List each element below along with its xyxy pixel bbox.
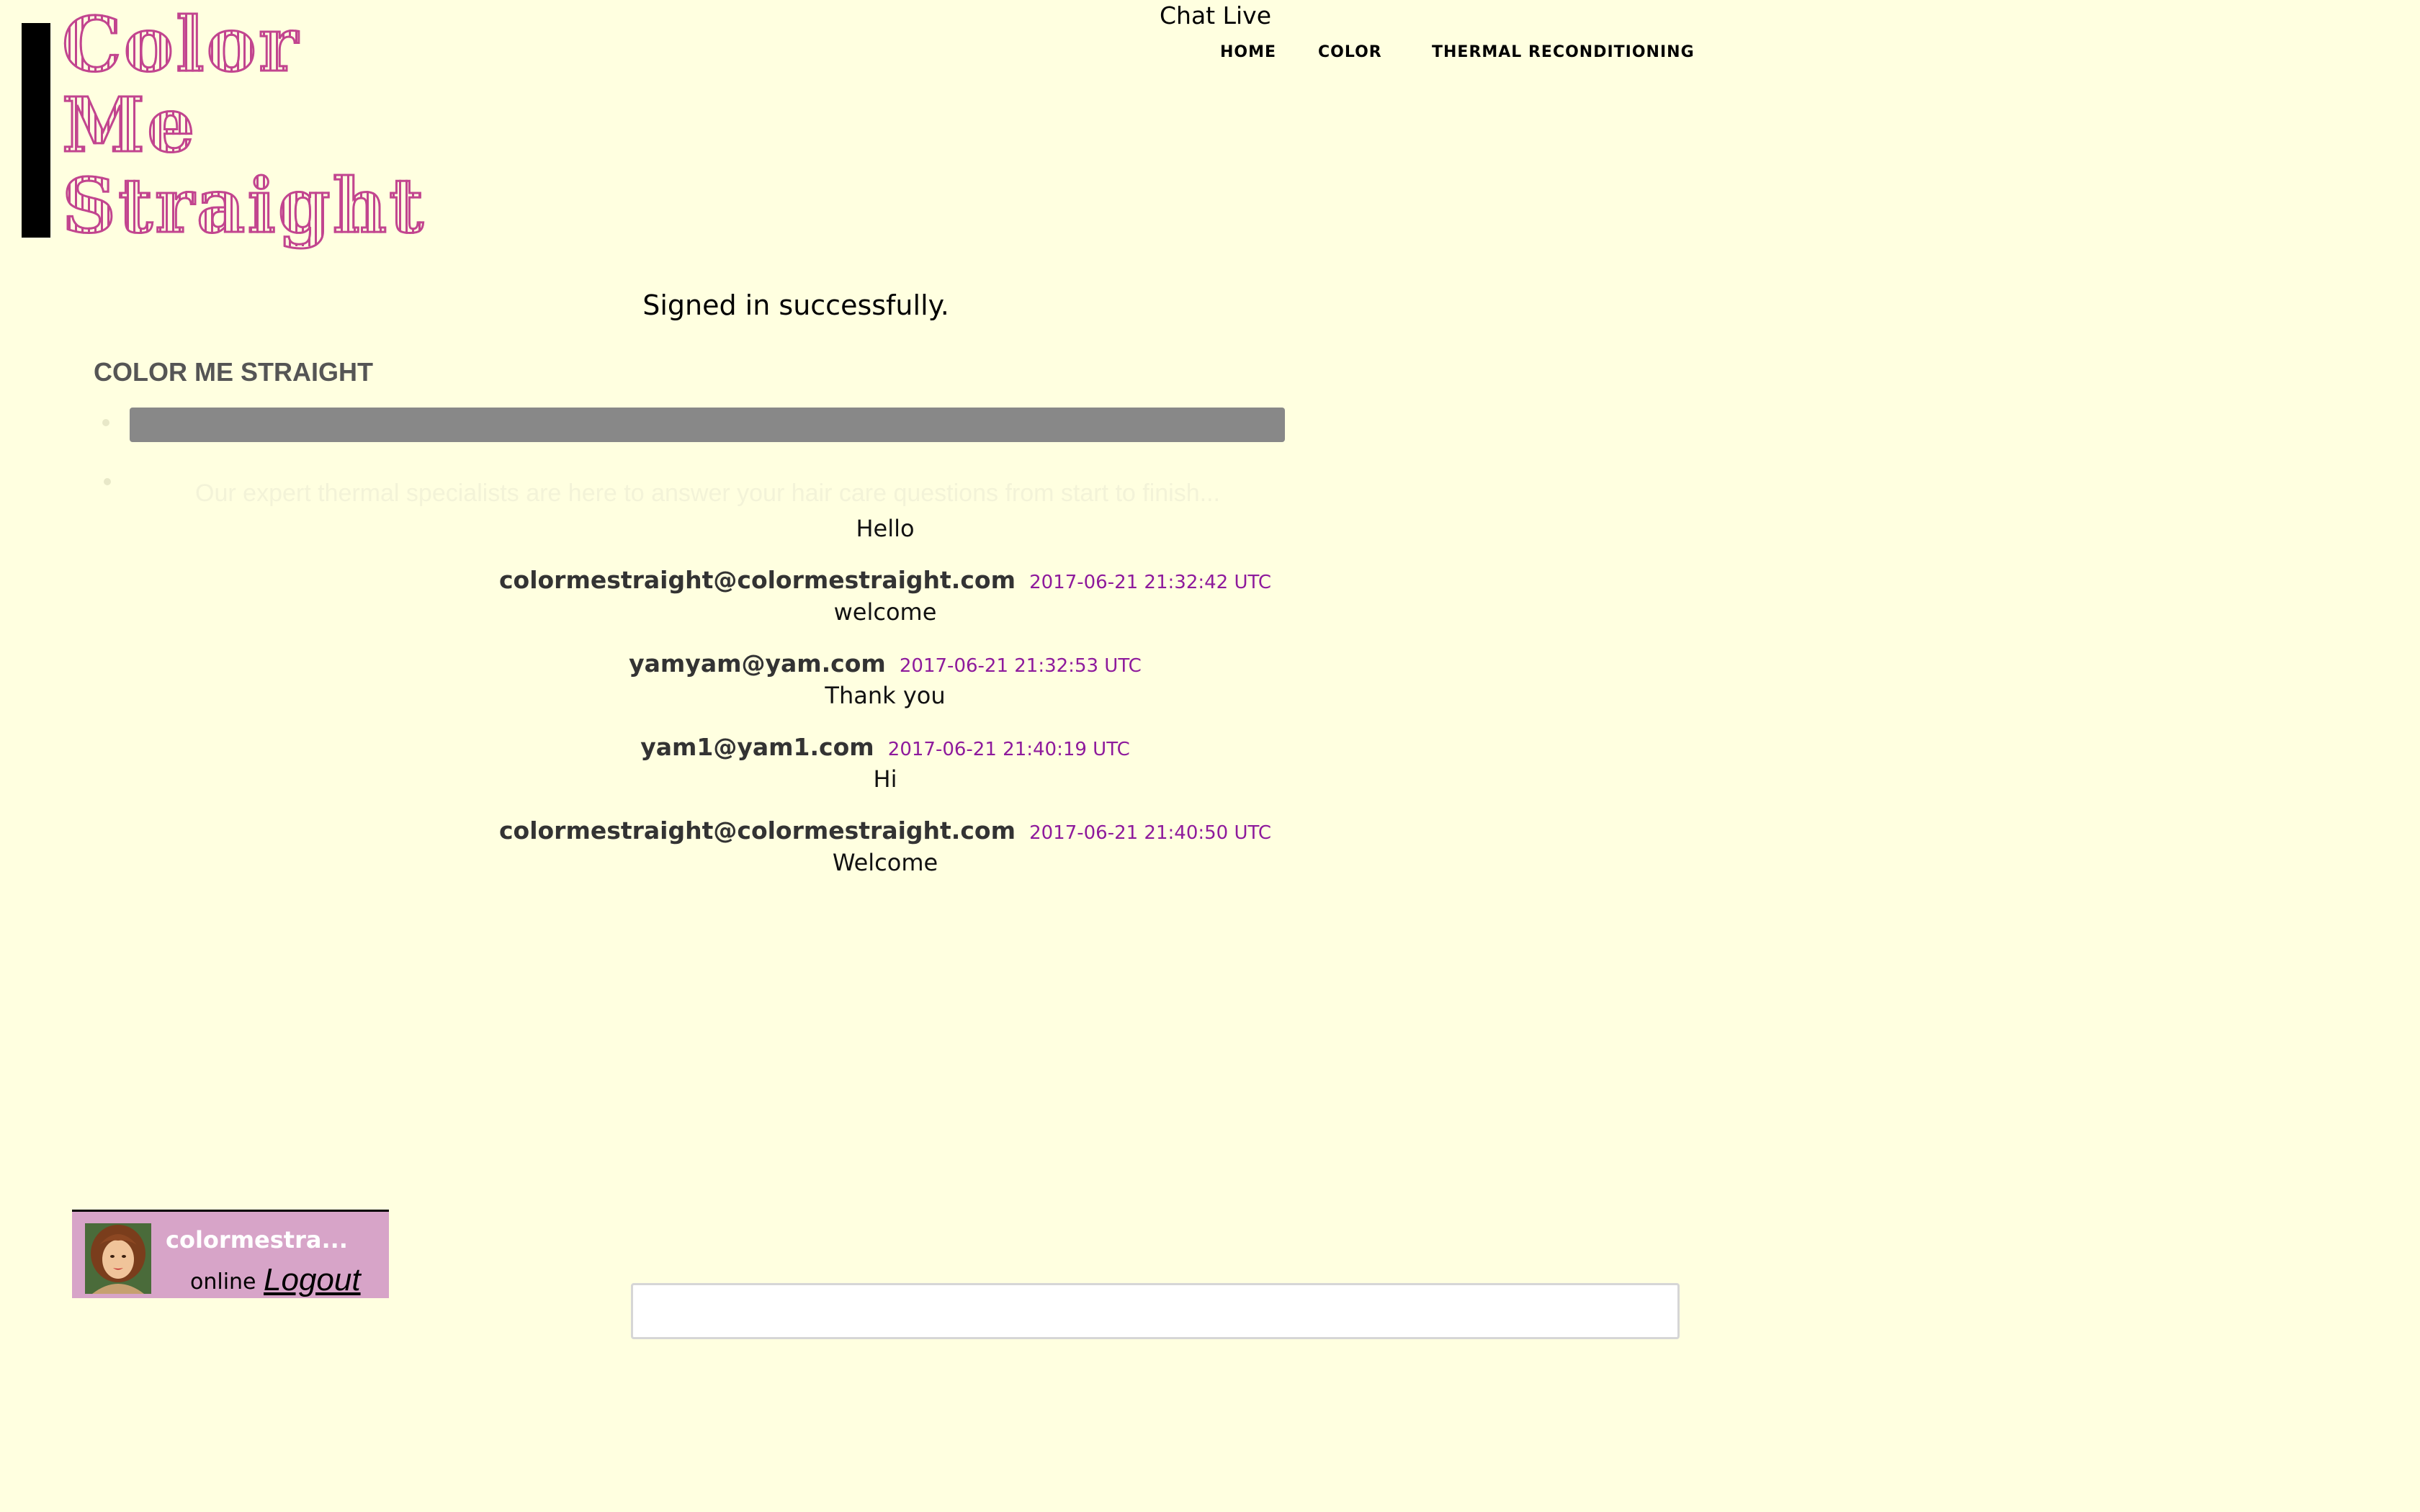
logo-line-3: Straight xyxy=(60,161,426,250)
page: Color Me Straight Chat Live HOME COLOR T… xyxy=(0,0,2420,1512)
message-timestamp: 2017-06-21 21:40:19 UTC xyxy=(887,739,1130,760)
user-avatar-icon[interactable] xyxy=(85,1223,151,1294)
message-timestamp: 2017-06-21 21:32:42 UTC xyxy=(1029,572,1272,593)
flash-notice: Signed in successfully. xyxy=(642,289,949,321)
site-logo[interactable]: Color Me Straight xyxy=(60,0,426,250)
message-timestamp: 2017-06-21 21:40:50 UTC xyxy=(1029,822,1272,844)
message-author: colormestraight@colormestraight.com xyxy=(498,566,1016,594)
avatar-image xyxy=(85,1223,151,1294)
message-header: yam1@yam1.com 2017-06-21 21:40:19 UTC xyxy=(0,730,1770,765)
nav-color-link[interactable]: COLOR xyxy=(1318,43,1382,61)
logo-line-2: Me xyxy=(60,81,197,169)
chat-live-title: Chat Live xyxy=(1160,1,1271,30)
message-header: colormestraight@colormestraight.com 2017… xyxy=(0,563,1770,598)
message-body: Thank you xyxy=(825,682,946,709)
logo-bar xyxy=(22,23,50,238)
logout-link[interactable]: Logout xyxy=(264,1262,361,1298)
user-name: colormestra... xyxy=(166,1226,348,1254)
message-author: yam1@yam1.com xyxy=(640,733,874,761)
nav-thermal-reconditioning-link[interactable]: THERMAL RECONDITIONING xyxy=(1432,43,1695,61)
message-author: colormestraight@colormestraight.com xyxy=(498,816,1016,845)
message-author: yamyam@yam.com xyxy=(629,649,886,678)
user-status: online xyxy=(190,1269,256,1295)
message-header: colormestraight@colormestraight.com 2017… xyxy=(0,814,1770,848)
section-tagline: Our expert thermal specialists are here … xyxy=(195,480,1220,507)
logo-line-1: Color xyxy=(60,0,300,89)
collapsible-panel-header[interactable] xyxy=(130,408,1285,442)
chat-message-input[interactable] xyxy=(631,1283,1680,1339)
bullet-icon xyxy=(102,419,109,426)
chat-messages: Hello colormestraight@colormestraight.co… xyxy=(0,514,1770,877)
section-title: COLOR ME STRAIGHT xyxy=(94,357,373,387)
user-badge: colormestra... online Logout xyxy=(72,1210,389,1298)
message-timestamp: 2017-06-21 21:32:53 UTC xyxy=(899,655,1142,677)
message-body: Hello xyxy=(856,515,915,542)
message-body: welcome xyxy=(833,598,937,626)
message-body: Hi xyxy=(873,765,897,793)
nav-home-link[interactable]: HOME xyxy=(1220,43,1276,61)
message-header: yamyam@yam.com 2017-06-21 21:32:53 UTC xyxy=(0,647,1770,681)
message-body: Welcome xyxy=(832,849,938,876)
